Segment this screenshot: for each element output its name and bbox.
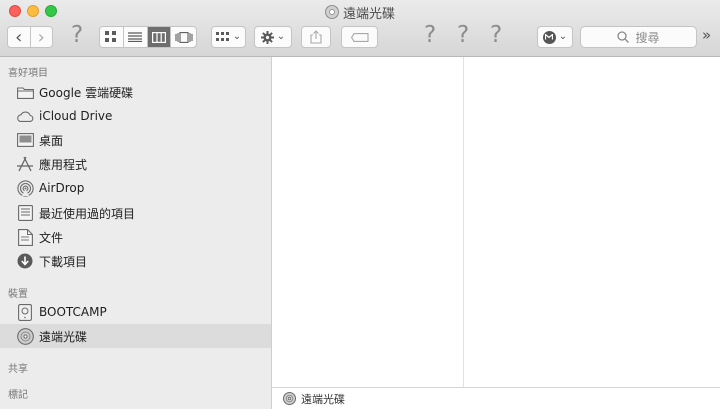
search-placeholder: 搜尋 bbox=[635, 30, 660, 45]
window-title-text: 遠端光碟 bbox=[342, 6, 395, 22]
sidebar-item-label: Google 雲端硬碟 bbox=[39, 85, 134, 100]
drive-icon bbox=[16, 303, 34, 321]
column-divider[interactable] bbox=[463, 57, 464, 387]
sidebar-section-tags: 標記 bbox=[8, 390, 28, 401]
toolbar: 遠端光碟 ‹ › ? ⌄ ⌄ ? ? ? ⌄ 搜尋 » bbox=[0, 0, 720, 57]
finder-window: 遠端光碟 ‹ › ? ⌄ ⌄ ? ? ? ⌄ 搜尋 » 喜好項目 Google … bbox=[0, 0, 720, 409]
column-browser[interactable] bbox=[272, 57, 720, 387]
unknown-toolbar-item-icon[interactable]: ? bbox=[490, 22, 502, 48]
window-title: 遠端光碟 bbox=[0, 3, 720, 22]
disc-icon bbox=[16, 327, 34, 345]
share-button[interactable] bbox=[301, 26, 331, 48]
sidebar-item-applications[interactable]: 應用程式 bbox=[0, 152, 271, 176]
back-forward-control: ‹ › bbox=[7, 26, 53, 48]
cover-flow-button[interactable] bbox=[171, 27, 196, 47]
sidebar-section-shared: 共享 bbox=[8, 364, 28, 375]
documents-icon bbox=[16, 228, 34, 246]
sidebar-item-label: 遠端光碟 bbox=[39, 329, 88, 344]
search-icon bbox=[617, 31, 630, 43]
sidebar-item-documents[interactable]: 文件 bbox=[0, 225, 271, 249]
sidebar: 喜好項目 Google 雲端硬碟 iCloud Drive 桌面 應用程式 Ai… bbox=[0, 57, 272, 409]
sidebar-item-label: 應用程式 bbox=[39, 157, 88, 172]
toolbar-overflow-icon[interactable]: » bbox=[702, 26, 711, 44]
sidebar-item-icloud-drive[interactable]: iCloud Drive bbox=[0, 104, 271, 128]
unknown-toolbar-item-icon[interactable]: ? bbox=[424, 22, 436, 48]
recents-icon bbox=[16, 204, 34, 222]
sidebar-item-bootcamp[interactable]: BOOTCAMP bbox=[0, 300, 271, 324]
share-icon bbox=[310, 30, 322, 44]
path-bar: 遠端光碟 bbox=[272, 387, 720, 409]
icon-view-icon bbox=[105, 31, 117, 42]
sidebar-section-devices: 裝置 bbox=[8, 289, 28, 300]
list-view-icon bbox=[128, 32, 143, 42]
gear-icon bbox=[260, 30, 274, 44]
sidebar-item-label: 文件 bbox=[39, 230, 64, 245]
arrange-icon bbox=[215, 32, 229, 41]
airdrop-icon bbox=[16, 179, 34, 197]
sidebar-item-label: AirDrop bbox=[39, 181, 85, 195]
sidebar-section-favorites: 喜好項目 bbox=[8, 68, 48, 79]
extension-button[interactable]: ⌄ bbox=[537, 26, 573, 48]
cloud-icon bbox=[16, 107, 34, 125]
sidebar-item-airdrop[interactable]: AirDrop bbox=[0, 176, 271, 200]
sidebar-item-downloads[interactable]: 下載項目 bbox=[0, 249, 271, 273]
extension-icon bbox=[542, 30, 556, 44]
sidebar-item-google-drive[interactable]: Google 雲端硬碟 bbox=[0, 80, 271, 104]
sidebar-item-label: BOOTCAMP bbox=[39, 305, 107, 319]
search-field[interactable]: 搜尋 bbox=[580, 26, 697, 48]
chevron-down-icon: ⌄ bbox=[558, 31, 568, 42]
sidebar-item-remote-disc[interactable]: 遠端光碟 bbox=[0, 324, 271, 348]
sidebar-item-label: 桌面 bbox=[39, 133, 64, 148]
unknown-toolbar-item-icon[interactable]: ? bbox=[457, 22, 469, 48]
icon-view-button[interactable] bbox=[100, 27, 124, 47]
cover-flow-icon bbox=[175, 31, 193, 43]
chevron-down-icon: ⌄ bbox=[232, 31, 242, 42]
back-button[interactable]: ‹ bbox=[8, 26, 31, 48]
chevron-right-icon: › bbox=[37, 26, 45, 48]
list-view-button[interactable] bbox=[124, 27, 148, 47]
sidebar-item-label: iCloud Drive bbox=[39, 109, 113, 123]
tags-button[interactable] bbox=[341, 26, 378, 48]
path-bar-item[interactable]: 遠端光碟 bbox=[301, 391, 345, 407]
column-view-button[interactable] bbox=[147, 27, 172, 47]
sidebar-item-recents[interactable]: 最近使用過的項目 bbox=[0, 201, 271, 225]
chevron-left-icon: ‹ bbox=[15, 26, 23, 48]
view-mode-control bbox=[99, 26, 197, 48]
action-button[interactable]: ⌄ bbox=[254, 26, 292, 48]
column-view-icon bbox=[151, 31, 166, 43]
chevron-down-icon: ⌄ bbox=[276, 31, 286, 42]
arrange-button[interactable]: ⌄ bbox=[211, 26, 246, 48]
applications-icon bbox=[16, 155, 34, 173]
downloads-icon bbox=[16, 252, 34, 270]
folder-icon bbox=[16, 83, 34, 101]
disc-icon bbox=[324, 5, 339, 19]
sidebar-item-label: 最近使用過的項目 bbox=[39, 206, 136, 221]
disc-icon bbox=[283, 392, 296, 405]
sidebar-item-label: 下載項目 bbox=[39, 254, 88, 269]
forward-button[interactable]: › bbox=[31, 26, 53, 48]
unknown-toolbar-item-icon[interactable]: ? bbox=[71, 22, 83, 48]
sidebar-item-desktop[interactable]: 桌面 bbox=[0, 128, 271, 152]
desktop-icon bbox=[16, 131, 34, 149]
tag-icon bbox=[350, 32, 369, 42]
